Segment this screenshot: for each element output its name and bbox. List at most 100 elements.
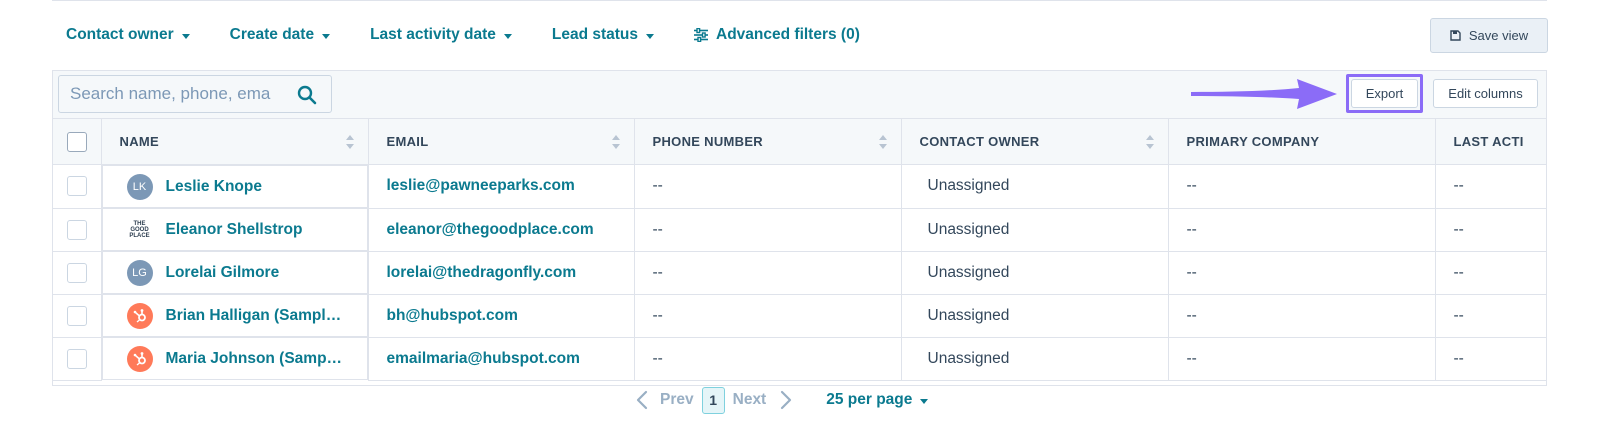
phone-cell: -- [633,164,902,209]
phone-cell: -- [633,336,902,381]
phone-cell: -- [633,207,902,252]
filter-last-activity-date[interactable]: Last activity date [370,26,512,44]
save-icon [1450,30,1461,41]
column-header-phone-number[interactable]: PHONE NUMBER [633,118,902,165]
pagination: Prev 1 Next 25 per page [636,385,929,415]
avatar: LG [126,259,153,286]
next-label: Next [732,391,767,408]
column-header-label: NAME [119,134,159,149]
last-activity-cell: -- [1434,250,1546,295]
sort-icon[interactable] [611,135,620,149]
advanced-filters-button[interactable]: Advanced filters (0) [694,26,860,44]
company-cell: -- [1167,336,1436,381]
avatar: LK [126,173,153,200]
hubspot-icon [126,302,153,329]
caret-down-icon [646,33,655,39]
table-row: LK Leslie Knope leslie@pawneeparks.com -… [53,164,1546,209]
owner-cell: Unassigned [900,250,1169,295]
contact-name-link[interactable]: Lorelai Gilmore [166,264,280,282]
table-row: THE GOOD PLACE Eleanor Shellstrop eleanor@… [53,207,1546,252]
caret-down-icon [503,33,512,39]
contact-name-cell: THE GOOD PLACE Eleanor Shellstrop [101,208,368,251]
save-view-button[interactable]: Save view [1430,18,1548,53]
filter-label: Last activity date [370,26,496,43]
contact-name-cell: Brian Halligan (Sampl… [101,294,368,337]
phone-cell: -- [633,293,902,338]
sort-icon[interactable] [878,135,887,149]
contacts-table-container: Export Edit columns NAME EMAIL PHONE NUM… [52,70,1547,386]
row-checkbox[interactable] [66,348,87,369]
row-select-cell [53,250,102,295]
contact-name-link[interactable]: Brian Halligan (Sampl… [166,307,342,325]
company-cell: -- [1167,293,1436,338]
filter-create-date[interactable]: Create date [229,26,331,44]
table-row: Brian Halligan (Sampl… bh@hubspot.com --… [53,293,1546,338]
filter-label: Lead status [551,26,639,43]
row-checkbox[interactable] [66,262,87,283]
table-header-row: NAME EMAIL PHONE NUMBER CONTACT OWNER PR… [53,118,1546,165]
search-input[interactable] [70,84,288,104]
header-select-all [53,118,102,165]
column-header-label: LAST ACTI [1453,134,1524,149]
company-cell: -- [1167,207,1436,252]
contact-email-link[interactable]: lorelai@thedragonfly.com [387,264,577,281]
filter-label: Contact owner [66,26,174,43]
hubspot-icon [126,345,153,372]
sort-icon[interactable] [1145,135,1154,149]
advanced-filters-label: Advanced filters (0) [716,26,860,43]
column-header-label: EMAIL [386,134,429,149]
owner-cell: Unassigned [900,164,1169,209]
save-view-label: Save view [1468,28,1529,43]
column-header-contact-owner[interactable]: CONTACT OWNER [900,118,1169,165]
contact-email-link[interactable]: eleanor@thegoodplace.com [387,221,594,238]
column-header-primary-company[interactable]: PRIMARY COMPANY [1167,118,1436,165]
edit-columns-button[interactable]: Edit columns [1433,79,1538,108]
page-number-current[interactable]: 1 [701,386,725,414]
phone-cell: -- [633,250,902,295]
prev-label: Prev [660,391,694,408]
next-page-button[interactable]: Next [733,390,793,410]
table-toolbar: Export Edit columns [53,71,1546,118]
filter-contact-owner[interactable]: Contact owner [66,26,190,44]
row-checkbox[interactable] [66,305,87,326]
row-select-cell [53,336,102,381]
column-header-last-activity[interactable]: LAST ACTI [1434,118,1546,165]
filter-label: Create date [229,26,315,43]
owner-cell: Unassigned [900,336,1169,381]
column-header-email[interactable]: EMAIL [367,118,635,165]
per-page-dropdown[interactable]: 25 per page [826,391,929,409]
last-activity-cell: -- [1434,207,1546,252]
search-icon[interactable] [297,85,317,105]
good-place-logo-avatar: THE GOOD PLACE [126,216,153,243]
contact-name-link[interactable]: Maria Johnson (Samp… [166,350,343,368]
last-activity-cell: -- [1434,164,1546,209]
sort-icon[interactable] [345,135,354,149]
contact-name-cell: Maria Johnson (Samp… [101,337,368,380]
row-checkbox[interactable] [66,219,87,240]
chevron-right-icon [781,390,792,410]
export-button[interactable]: Export [1351,79,1418,108]
table-row: Maria Johnson (Samp… emailmaria@hubspot.… [53,336,1546,381]
contact-email-link[interactable]: leslie@pawneeparks.com [387,177,575,194]
owner-cell: Unassigned [900,293,1169,338]
contact-email-link[interactable]: bh@hubspot.com [387,307,518,324]
top-divider [52,0,1547,1]
contacts-table: NAME EMAIL PHONE NUMBER CONTACT OWNER PR… [53,118,1546,381]
select-all-checkbox[interactable] [66,131,87,152]
column-header-label: CONTACT OWNER [919,134,1040,149]
search-box [58,75,332,113]
filter-bar: Contact owner Create date Last activity … [66,22,900,48]
column-header-name[interactable]: NAME [100,118,369,165]
caret-down-icon [181,33,190,39]
contact-name-link[interactable]: Leslie Knope [166,178,262,196]
caret-down-icon [322,33,331,39]
contact-name-link[interactable]: Eleanor Shellstrop [166,221,303,239]
table-row: LG Lorelai Gilmore lorelai@thedragonfly.… [53,250,1546,295]
prev-page-button[interactable]: Prev [636,390,694,410]
contact-email-link[interactable]: emailmaria@hubspot.com [387,350,580,367]
row-checkbox[interactable] [66,176,87,197]
filter-lead-status[interactable]: Lead status [551,26,655,44]
contact-name-cell: LG Lorelai Gilmore [101,251,368,294]
per-page-label: 25 per page [826,391,913,408]
owner-cell: Unassigned [900,207,1169,252]
